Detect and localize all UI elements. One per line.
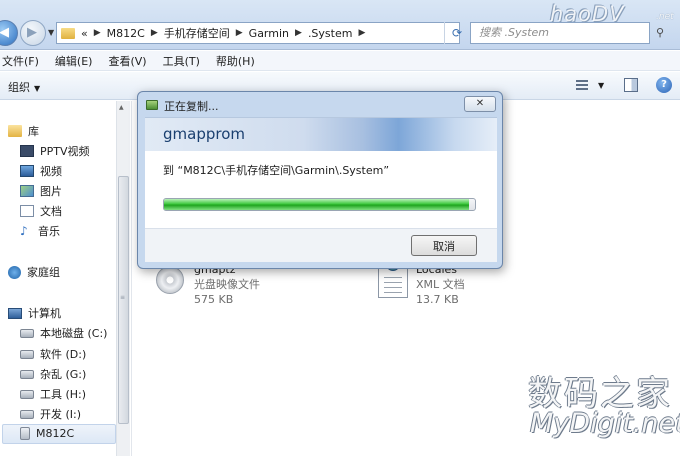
nav-item-drive-g[interactable]: 杂乱 (G:) [20,366,86,382]
help-icon[interactable]: ? [656,77,672,93]
computer-icon [8,307,22,319]
menu-view[interactable]: 查看(V) [108,53,146,69]
arrow-left-icon: ◀ [0,25,9,40]
nav-item-pictures[interactable]: 图片 [20,183,62,199]
nav-label: 本地磁盘 (C:) [40,327,108,340]
nav-label: 视频 [40,165,62,178]
progress-fill [164,199,469,210]
refresh-icon[interactable]: ⟳ [452,26,462,40]
scrollbar-grip-icon: ≡ [120,294,125,301]
nav-item-music[interactable]: ♪ 音乐 [20,223,60,239]
close-icon: ✕ [475,98,485,109]
breadcrumb-m812c[interactable]: M812C [107,27,145,40]
folder-icon [61,27,75,39]
search-icon[interactable]: ⚲ [656,26,664,39]
nav-label: 家庭组 [27,266,60,279]
breadcrumb-garmin[interactable]: Garmin [249,27,289,40]
breadcrumb-separator-icon[interactable]: ▶ [358,28,365,38]
video-folder-icon [20,145,34,157]
nav-item-pptv[interactable]: PPTV视频 [20,143,90,159]
nav-item-documents[interactable]: 文档 [20,203,62,219]
address-field[interactable]: « ▶ M812C ▶ 手机存储空间 ▶ Garmin ▶ .System ▶ [56,22,460,44]
dialog-header-banner: gmapprom [145,117,497,151]
breadcrumb-overflow[interactable]: « [81,27,88,40]
back-button[interactable]: ◀ [0,20,18,46]
nav-label: 库 [28,125,39,138]
nav-label: PPTV视频 [40,145,90,158]
watermark-brand-en: MyDigit.net [530,408,680,439]
nav-item-computer[interactable]: 计算机 [8,305,61,321]
organize-button[interactable]: 组织 ▼ [8,79,40,95]
file-size: 575 KB [194,293,234,306]
hard-drive-icon [20,409,34,419]
copying-filename: gmapprom [163,125,245,143]
portable-device-icon [20,427,30,440]
file-type: XML 文档 [416,278,465,291]
hard-drive-icon [20,349,34,359]
file-type: 光盘映像文件 [194,278,260,291]
preview-pane-icon[interactable] [624,78,638,92]
scroll-up-icon[interactable]: ▲ [119,104,124,111]
music-note-icon: ♪ [20,224,28,238]
dialog-title: 正在复制... [164,100,219,113]
copy-progress-bar [163,198,476,211]
homegroup-icon [8,265,21,279]
search-input[interactable]: 搜索 .System [470,22,650,44]
library-icon [8,125,22,137]
organize-label: 组织 [8,81,30,94]
dialog-footer: 取消 [145,228,497,262]
copy-destination: 到 “M812C\手机存储空间\Garmin\.System” [163,164,390,177]
nav-label: 音乐 [38,225,60,238]
hard-drive-icon [20,389,34,399]
hard-drive-icon [20,328,34,338]
breadcrumb-separator-icon: ▶ [93,28,101,38]
nav-item-homegroup[interactable]: 家庭组 [8,264,60,280]
chevron-down-icon: ▼ [34,84,41,93]
recent-pages-dropdown[interactable]: ▼ [48,28,54,37]
breadcrumb-separator-icon[interactable]: ▶ [151,28,158,38]
documents-library-icon [20,205,34,217]
breadcrumb-phone-storage[interactable]: 手机存储空间 [164,25,230,41]
address-toolbar: haoDV .net ◀ ▶ ▼ « ▶ M812C ▶ 手机存储空间 ▶ Ga… [0,0,680,50]
menu-tools[interactable]: 工具(T) [163,53,200,69]
disc-image-icon [156,266,184,294]
menu-file[interactable]: 文件(F) [2,53,39,69]
nav-item-drive-d[interactable]: 软件 (D:) [20,346,86,362]
dialog-body: 到 “M812C\手机存储空间\Garmin\.System” [145,151,497,228]
nav-item-m812c[interactable]: M812C [20,427,74,440]
nav-label: 杂乱 (G:) [40,368,87,381]
nav-label: M812C [36,427,75,440]
nav-item-drive-c[interactable]: 本地磁盘 (C:) [20,325,107,341]
breadcrumb-system[interactable]: .System [308,27,353,40]
arrow-right-icon: ▶ [27,25,37,40]
cancel-button[interactable]: 取消 [411,235,477,256]
nav-label: 软件 (D:) [40,348,87,361]
nav-item-drive-h[interactable]: 工具 (H:) [20,386,86,402]
nav-item-drive-i[interactable]: 开发 (I:) [20,406,81,422]
menu-edit[interactable]: 编辑(E) [55,53,93,69]
nav-label: 图片 [40,185,62,198]
copy-progress-dialog: 正在复制... ✕ gmapprom 到 “M812C\手机存储空间\Garmi… [137,91,503,269]
videos-library-icon [20,165,34,177]
breadcrumb-separator-icon[interactable]: ▶ [236,28,243,38]
copy-icon [146,100,158,110]
nav-label: 文档 [40,205,62,218]
pictures-library-icon [20,185,34,197]
nav-label: 计算机 [28,307,61,320]
file-size: 13.7 KB [416,293,459,306]
nav-label: 开发 (I:) [40,408,82,421]
hard-drive-icon [20,369,34,379]
forward-button[interactable]: ▶ [20,20,46,46]
view-options-dropdown[interactable]: ▼ [598,81,604,90]
close-button[interactable]: ✕ [464,96,496,112]
menu-help[interactable]: 帮助(H) [216,53,255,69]
nav-label: 工具 (H:) [40,388,87,401]
menu-bar: 文件(F) 编辑(E) 查看(V) 工具(T) 帮助(H) [0,51,680,71]
nav-item-videos[interactable]: 视频 [20,163,62,179]
change-view-icon[interactable] [576,78,594,94]
breadcrumb-separator-icon[interactable]: ▶ [295,28,302,38]
nav-item-library[interactable]: 库 [8,123,39,139]
watermark-logo-suffix: .net [656,12,674,22]
